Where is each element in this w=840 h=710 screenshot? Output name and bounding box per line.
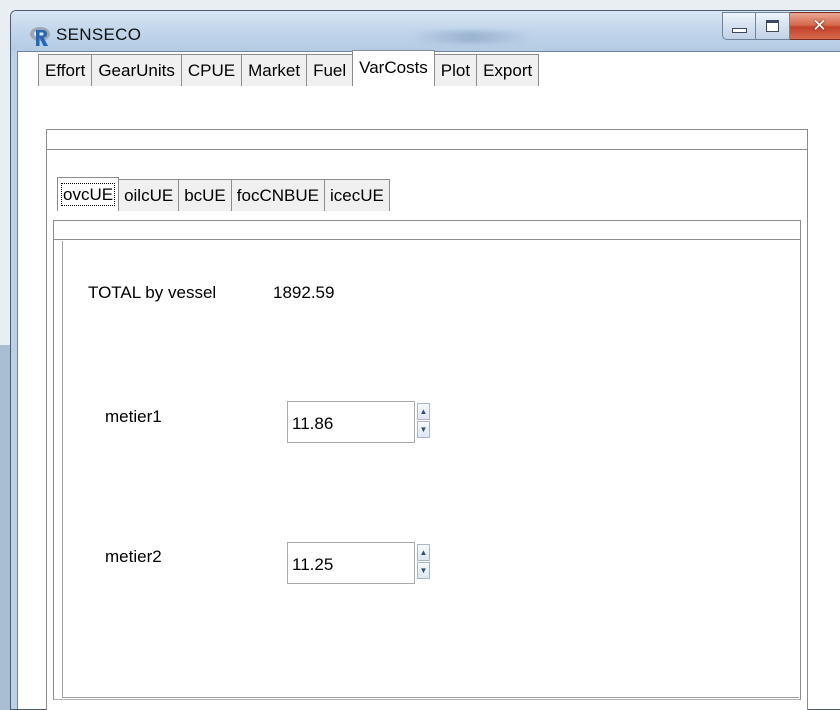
subtab-ovcue[interactable]: ovcUE <box>57 177 120 211</box>
tab-effort[interactable]: Effort <box>38 54 93 86</box>
spin-down-icon[interactable]: ▼ <box>417 562 430 579</box>
metier2-input[interactable]: 11.25 <box>287 542 415 584</box>
maximize-icon <box>766 20 779 32</box>
metier1-label: metier1 <box>105 407 162 426</box>
subtab-icecue[interactable]: icecUE <box>323 179 390 211</box>
spin-up-icon[interactable]: ▲ <box>417 403 430 420</box>
total-value: 1892.59 <box>273 283 335 302</box>
spin-up-icon[interactable]: ▲ <box>417 544 430 561</box>
subtab-ovcue-label: ovcUE <box>60 183 116 206</box>
tab-cpue[interactable]: CPUE <box>180 54 243 86</box>
window-title: SENSECO <box>56 25 142 44</box>
r-logo-icon[interactable] <box>29 25 51 47</box>
maximize-button[interactable] <box>756 12 790 40</box>
title-bar-reflection <box>411 31 531 43</box>
close-icon: ✕ <box>812 16 827 36</box>
ovcue-content-frame <box>62 241 799 698</box>
minimize-button[interactable] <box>722 12 756 40</box>
metier2-label: metier2 <box>105 547 162 566</box>
subtab-oilcue[interactable]: oilcUE <box>118 179 180 211</box>
main-tab-bar: Effort GearUnits CPUE Market Fuel VarCos… <box>38 50 540 86</box>
metier2-spinbox: 11.25 ▲ ▼ <box>287 542 437 584</box>
metier1-spinbox: 11.86 ▲ ▼ <box>287 401 437 443</box>
subtab-foccnbue[interactable]: focCNBUE <box>230 179 325 211</box>
panel-edge <box>46 130 808 150</box>
panel-edge <box>53 221 801 240</box>
sub-tab-bar: ovcUE oilcUE bcUE focCNBUE icecUE <box>57 177 390 211</box>
background-window-edge <box>0 345 10 710</box>
tab-export[interactable]: Export <box>476 54 540 86</box>
subtab-bcue[interactable]: bcUE <box>178 179 232 211</box>
spin-down-icon[interactable]: ▼ <box>417 421 430 438</box>
metier1-input[interactable]: 11.86 <box>287 401 415 443</box>
metier2-spin-buttons: ▲ ▼ <box>417 544 430 580</box>
total-label: TOTAL by vessel <box>88 283 217 302</box>
close-button[interactable]: ✕ <box>790 12 840 40</box>
tab-gearunits[interactable]: GearUnits <box>91 54 182 86</box>
tab-varcosts[interactable]: VarCosts <box>352 50 435 86</box>
window-controls: ✕ <box>722 12 840 42</box>
tab-fuel[interactable]: Fuel <box>306 54 354 86</box>
title-bar[interactable]: SENSECO ✕ <box>11 11 840 51</box>
tab-plot[interactable]: Plot <box>433 54 478 86</box>
tab-market[interactable]: Market <box>241 54 308 86</box>
metier1-spin-buttons: ▲ ▼ <box>417 403 430 439</box>
minimize-icon <box>731 28 747 33</box>
